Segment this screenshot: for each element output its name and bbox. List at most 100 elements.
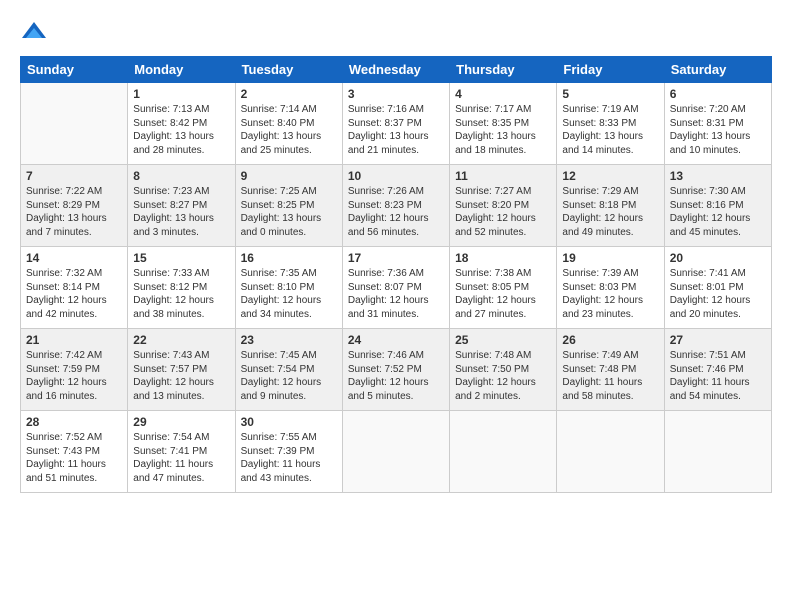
day-number: 20	[670, 251, 766, 265]
day-number: 11	[455, 169, 551, 183]
day-cell: 7 Sunrise: 7:22 AM Sunset: 8:29 PM Daylig…	[21, 165, 128, 247]
day-cell: 17Sunrise: 7:36 AM Sunset: 8:07 PM Dayli…	[342, 247, 449, 329]
day-cell: 8 Sunrise: 7:23 AM Sunset: 8:27 PM Daylig…	[128, 165, 235, 247]
day-cell: 22Sunrise: 7:43 AM Sunset: 7:57 PM Dayli…	[128, 329, 235, 411]
weekday-header-thursday: Thursday	[450, 57, 557, 83]
weekday-header-wednesday: Wednesday	[342, 57, 449, 83]
day-number: 12	[562, 169, 658, 183]
day-info: Sunrise: 7:22 AM Sunset: 8:29 PM Dayligh…	[26, 185, 122, 239]
day-cell: 4 Sunrise: 7:17 AM Sunset: 8:35 PM Daylig…	[450, 83, 557, 165]
day-info: Sunrise: 7:17 AM Sunset: 8:35 PM Dayligh…	[455, 103, 551, 157]
day-cell: 30 Sunrise: 7:55 AM Sunset: 7:39 PM Dayli…	[235, 411, 342, 493]
day-info: Sunrise: 7:25 AM Sunset: 8:25 PM Dayligh…	[241, 185, 337, 239]
day-info: Sunrise: 7:30 AM Sunset: 8:16 PM Dayligh…	[670, 185, 766, 239]
day-info: Sunrise: 7:27 AM Sunset: 8:20 PM Dayligh…	[455, 185, 551, 239]
day-number: 13	[670, 169, 766, 183]
day-number: 5	[562, 87, 658, 101]
day-number: 8	[133, 169, 229, 183]
day-info: Sunrise: 7:29 AM Sunset: 8:18 PM Dayligh…	[562, 185, 658, 239]
day-cell: 21 Sunrise: 7:42 AM Sunset: 7:59 PM Dayli…	[21, 329, 128, 411]
day-number: 4	[455, 87, 551, 101]
day-number: 22	[133, 333, 229, 347]
day-info: Sunrise: 7:46 AM Sunset: 7:52 PM Dayligh…	[348, 349, 444, 403]
day-number: 9	[241, 169, 337, 183]
weekday-header-sunday: Sunday	[21, 57, 128, 83]
day-info: Sunrise: 7:14 AM Sunset: 8:40 PM Dayligh…	[241, 103, 337, 157]
day-number: 14	[26, 251, 122, 265]
page: SundayMondayTuesdayWednesdayThursdayFrid…	[0, 0, 792, 612]
day-info: Sunrise: 7:48 AM Sunset: 7:50 PM Dayligh…	[455, 349, 551, 403]
day-number: 3	[348, 87, 444, 101]
day-info: Sunrise: 7:45 AM Sunset: 7:54 PM Dayligh…	[241, 349, 337, 403]
day-cell: 19 Sunrise: 7:39 AM Sunset: 8:03 PM Dayli…	[557, 247, 664, 329]
day-cell: 6 Sunrise: 7:20 AM Sunset: 8:31 PM Daylig…	[664, 83, 771, 165]
day-number: 23	[241, 333, 337, 347]
day-cell: 14 Sunrise: 7:32 AM Sunset: 8:14 PM Dayli…	[21, 247, 128, 329]
day-info: Sunrise: 7:16 AM Sunset: 8:37 PM Dayligh…	[348, 103, 444, 157]
day-info: Sunrise: 7:36 AM Sunset: 8:07 PM Dayligh…	[348, 267, 444, 321]
day-cell: 12 Sunrise: 7:29 AM Sunset: 8:18 PM Dayli…	[557, 165, 664, 247]
day-cell: 15Sunrise: 7:33 AM Sunset: 8:12 PM Dayli…	[128, 247, 235, 329]
day-number: 28	[26, 415, 122, 429]
day-number: 27	[670, 333, 766, 347]
day-number: 10	[348, 169, 444, 183]
day-number: 16	[241, 251, 337, 265]
day-info: Sunrise: 7:51 AM Sunset: 7:46 PM Dayligh…	[670, 349, 766, 403]
week-row-5: 28 Sunrise: 7:52 AM Sunset: 7:43 PM Dayli…	[21, 411, 772, 493]
day-cell: 11 Sunrise: 7:27 AM Sunset: 8:20 PM Dayli…	[450, 165, 557, 247]
day-number: 30	[241, 415, 337, 429]
day-info: Sunrise: 7:35 AM Sunset: 8:10 PM Dayligh…	[241, 267, 337, 321]
day-cell	[21, 83, 128, 165]
day-cell: 28 Sunrise: 7:52 AM Sunset: 7:43 PM Dayli…	[21, 411, 128, 493]
header	[20, 18, 772, 46]
day-info: Sunrise: 7:23 AM Sunset: 8:27 PM Dayligh…	[133, 185, 229, 239]
day-cell	[664, 411, 771, 493]
day-info: Sunrise: 7:19 AM Sunset: 8:33 PM Dayligh…	[562, 103, 658, 157]
day-cell: 27 Sunrise: 7:51 AM Sunset: 7:46 PM Dayli…	[664, 329, 771, 411]
week-row-2: 7 Sunrise: 7:22 AM Sunset: 8:29 PM Daylig…	[21, 165, 772, 247]
day-cell: 13 Sunrise: 7:30 AM Sunset: 8:16 PM Dayli…	[664, 165, 771, 247]
day-info: Sunrise: 7:55 AM Sunset: 7:39 PM Dayligh…	[241, 431, 337, 485]
day-info: Sunrise: 7:41 AM Sunset: 8:01 PM Dayligh…	[670, 267, 766, 321]
day-info: Sunrise: 7:52 AM Sunset: 7:43 PM Dayligh…	[26, 431, 122, 485]
day-cell: 29 Sunrise: 7:54 AM Sunset: 7:41 PM Dayli…	[128, 411, 235, 493]
day-number: 7	[26, 169, 122, 183]
week-row-4: 21 Sunrise: 7:42 AM Sunset: 7:59 PM Dayli…	[21, 329, 772, 411]
day-cell: 3 Sunrise: 7:16 AM Sunset: 8:37 PM Daylig…	[342, 83, 449, 165]
day-number: 21	[26, 333, 122, 347]
day-info: Sunrise: 7:54 AM Sunset: 7:41 PM Dayligh…	[133, 431, 229, 485]
day-cell: 26Sunrise: 7:49 AM Sunset: 7:48 PM Dayli…	[557, 329, 664, 411]
week-row-1: 1Sunrise: 7:13 AM Sunset: 8:42 PM Daylig…	[21, 83, 772, 165]
day-cell: 2 Sunrise: 7:14 AM Sunset: 8:40 PM Daylig…	[235, 83, 342, 165]
day-info: Sunrise: 7:42 AM Sunset: 7:59 PM Dayligh…	[26, 349, 122, 403]
day-cell: 9 Sunrise: 7:25 AM Sunset: 8:25 PM Daylig…	[235, 165, 342, 247]
day-number: 25	[455, 333, 551, 347]
week-row-3: 14 Sunrise: 7:32 AM Sunset: 8:14 PM Dayli…	[21, 247, 772, 329]
day-number: 29	[133, 415, 229, 429]
logo-icon	[20, 18, 48, 46]
day-cell	[557, 411, 664, 493]
day-cell: 23 Sunrise: 7:45 AM Sunset: 7:54 PM Dayli…	[235, 329, 342, 411]
day-number: 24	[348, 333, 444, 347]
day-cell: 18Sunrise: 7:38 AM Sunset: 8:05 PM Dayli…	[450, 247, 557, 329]
day-cell	[342, 411, 449, 493]
day-cell	[450, 411, 557, 493]
day-info: Sunrise: 7:20 AM Sunset: 8:31 PM Dayligh…	[670, 103, 766, 157]
day-info: Sunrise: 7:38 AM Sunset: 8:05 PM Dayligh…	[455, 267, 551, 321]
day-cell: 24 Sunrise: 7:46 AM Sunset: 7:52 PM Dayli…	[342, 329, 449, 411]
day-number: 19	[562, 251, 658, 265]
day-cell: 25 Sunrise: 7:48 AM Sunset: 7:50 PM Dayli…	[450, 329, 557, 411]
day-info: Sunrise: 7:49 AM Sunset: 7:48 PM Dayligh…	[562, 349, 658, 403]
day-number: 2	[241, 87, 337, 101]
day-cell: 1Sunrise: 7:13 AM Sunset: 8:42 PM Daylig…	[128, 83, 235, 165]
day-number: 6	[670, 87, 766, 101]
day-info: Sunrise: 7:32 AM Sunset: 8:14 PM Dayligh…	[26, 267, 122, 321]
day-info: Sunrise: 7:13 AM Sunset: 8:42 PM Dayligh…	[133, 103, 229, 157]
logo	[20, 18, 52, 46]
weekday-header-friday: Friday	[557, 57, 664, 83]
weekday-header-monday: Monday	[128, 57, 235, 83]
day-cell: 16 Sunrise: 7:35 AM Sunset: 8:10 PM Dayli…	[235, 247, 342, 329]
weekday-header-row: SundayMondayTuesdayWednesdayThursdayFrid…	[21, 57, 772, 83]
day-info: Sunrise: 7:39 AM Sunset: 8:03 PM Dayligh…	[562, 267, 658, 321]
day-info: Sunrise: 7:33 AM Sunset: 8:12 PM Dayligh…	[133, 267, 229, 321]
